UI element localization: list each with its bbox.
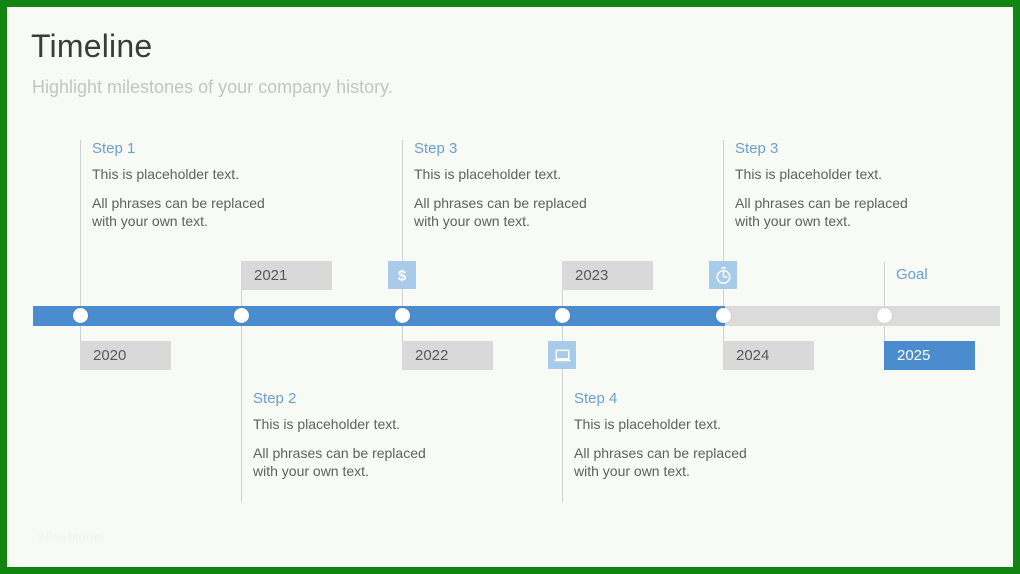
year-box-2024[interactable]: 2024 bbox=[723, 341, 814, 370]
watermark: SlideModel bbox=[37, 530, 105, 545]
timeline-node-2[interactable] bbox=[233, 308, 249, 323]
step-line-1: This is placeholder text. bbox=[574, 416, 722, 432]
laptop-icon[interactable] bbox=[548, 341, 576, 369]
page-subtitle: Highlight milestones of your company his… bbox=[32, 77, 393, 97]
step-block-5[interactable]: Step 3 This is placeholder text. All phr… bbox=[723, 140, 953, 231]
step-line-2: All phrases can be replaced bbox=[414, 195, 587, 211]
goal-label: Goal bbox=[884, 262, 928, 292]
step-line-1: This is placeholder text. bbox=[414, 166, 562, 182]
connector-node-2-up bbox=[240, 290, 242, 307]
step-title: Step 1 bbox=[92, 140, 136, 157]
step-title: Step 2 bbox=[253, 390, 297, 407]
step-line-1: This is placeholder text. bbox=[735, 166, 883, 182]
stopwatch-icon[interactable] bbox=[709, 261, 737, 289]
timeline-node-4[interactable] bbox=[554, 308, 570, 323]
step-block-4[interactable]: Step 4 This is placeholder text. All phr… bbox=[562, 390, 792, 481]
step-line-2: All phrases can be replaced bbox=[92, 195, 265, 211]
timeline-node-1[interactable] bbox=[72, 308, 88, 323]
year-box-2021[interactable]: 2021 bbox=[241, 261, 332, 290]
step-line-3: with your own text. bbox=[735, 213, 851, 229]
step-line-3: with your own text. bbox=[574, 463, 690, 479]
step-block-1[interactable]: Step 1 This is placeholder text. All phr… bbox=[80, 140, 310, 231]
svg-text:$: $ bbox=[398, 268, 407, 285]
step-line-3: with your own text. bbox=[92, 213, 208, 229]
year-box-2023[interactable]: 2023 bbox=[562, 261, 653, 290]
step-block-2[interactable]: Step 2 This is placeholder text. All phr… bbox=[241, 390, 471, 481]
connector-node-6-down bbox=[883, 325, 885, 341]
step-line-1: This is placeholder text. bbox=[253, 416, 401, 432]
dollar-icon[interactable]: $ bbox=[388, 261, 416, 289]
timeline-node-5[interactable] bbox=[715, 308, 731, 323]
step-line-2: All phrases can be replaced bbox=[735, 195, 908, 211]
year-box-2022[interactable]: 2022 bbox=[402, 341, 493, 370]
timeline-rail bbox=[33, 306, 1000, 326]
timeline-progress-fill bbox=[33, 306, 725, 326]
page-title: Timeline bbox=[31, 28, 153, 64]
step-title: Step 4 bbox=[574, 390, 618, 407]
step-title: Step 3 bbox=[735, 140, 779, 157]
step-line-3: with your own text. bbox=[253, 463, 369, 479]
timeline-node-3[interactable] bbox=[394, 308, 410, 323]
year-box-2020[interactable]: 2020 bbox=[80, 341, 171, 370]
step-line-2: All phrases can be replaced bbox=[253, 445, 426, 461]
step-line-3: with your own text. bbox=[414, 213, 530, 229]
timeline-node-6[interactable] bbox=[876, 308, 892, 323]
slide-frame: Timeline Highlight milestones of your co… bbox=[0, 0, 1020, 574]
year-box-2025[interactable]: 2025 bbox=[884, 341, 975, 370]
step-block-3[interactable]: Step 3 This is placeholder text. All phr… bbox=[402, 140, 632, 231]
connector-node-4-up bbox=[561, 290, 563, 307]
step-title: Step 3 bbox=[414, 140, 458, 157]
slide-canvas: Timeline Highlight milestones of your co… bbox=[7, 7, 1013, 567]
step-line-1: This is placeholder text. bbox=[92, 166, 240, 182]
step-line-2: All phrases can be replaced bbox=[574, 445, 747, 461]
